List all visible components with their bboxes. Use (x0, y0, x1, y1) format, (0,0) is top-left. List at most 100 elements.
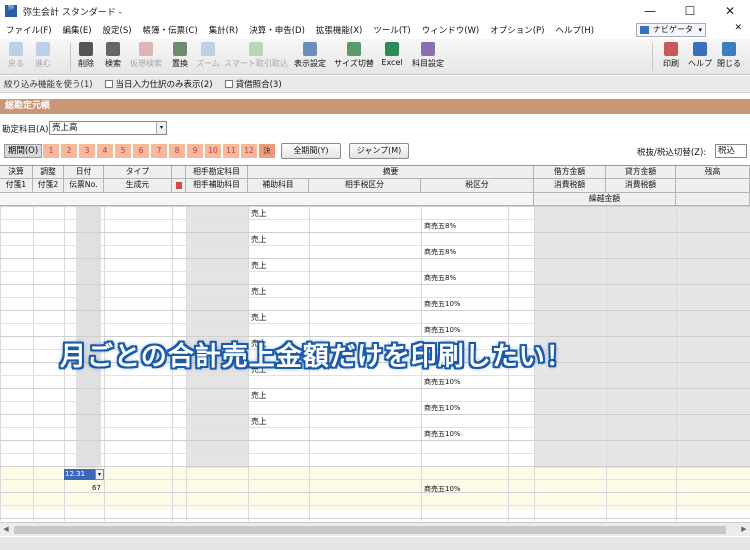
toolbar-button-help[interactable]: ヘルプ (686, 41, 714, 73)
section-title: 総勘定元帳 (0, 99, 750, 114)
toolbar-button-back-arrow[interactable]: 戻る (3, 41, 29, 73)
toolbar-button-excel[interactable]: Excel (378, 41, 406, 73)
grid-header: 消費税額 (534, 179, 606, 193)
mdi-close-button[interactable]: ✕ (734, 23, 742, 33)
menu-window[interactable]: ウィンドウ(W) (416, 24, 485, 36)
grid-header: 税区分 (421, 179, 534, 193)
menu-aggregate[interactable]: 集計(R) (203, 24, 244, 36)
navigator-icon (640, 26, 649, 34)
period-label: 期間(O) (4, 144, 42, 158)
today-only-label: 当日入力仕訳のみ表示(2) (115, 80, 213, 90)
menu-tools[interactable]: ツール(T) (367, 24, 415, 36)
row-tax-category: 商売五8% (424, 222, 457, 230)
table-row[interactable]: 売上 商売五10% (0, 284, 750, 310)
toolbar-button-label: 閉じる (717, 59, 741, 68)
period-month-4[interactable]: 4 (97, 144, 114, 158)
grid-header-spacer (172, 166, 186, 179)
period-month-2[interactable]: 2 (61, 144, 78, 158)
grid-header: タイプ (104, 166, 172, 179)
close-window-button[interactable]: ✕ (710, 0, 750, 22)
menu-books[interactable]: 帳簿・伝票(C) (137, 24, 203, 36)
toolbar-button-zoom[interactable]: ズーム (194, 41, 222, 73)
cross-check-checkbox[interactable]: 貸借照合(3) (224, 78, 282, 90)
menu-closing[interactable]: 決算・申告(D) (243, 24, 310, 36)
table-row[interactable]: 売上 商売五10% (0, 414, 750, 440)
period-month-3[interactable]: 3 (79, 144, 96, 158)
menu-options[interactable]: オプション(P) (484, 24, 549, 36)
row-tax-category: 商売五8% (424, 248, 457, 256)
period-month-11[interactable]: 11 (223, 144, 240, 158)
row-summary: 売上 (251, 261, 267, 270)
period-month-9[interactable]: 9 (187, 144, 204, 158)
minimize-button[interactable]: — (630, 0, 670, 22)
maximize-button[interactable]: ☐ (670, 0, 710, 22)
filter-link[interactable]: 絞り込み機能を使う(1) (4, 78, 93, 90)
navigator-select[interactable]: ナビゲータ ▾ (636, 23, 706, 37)
grid-header: 借方金額 (534, 166, 606, 179)
scroll-right-icon[interactable]: ▶ (738, 523, 750, 536)
table-row[interactable]: 売上 商売五10% (0, 310, 750, 336)
row-tax-category: 商売五10% (424, 404, 461, 412)
toolbar-button-printer[interactable]: 印刷 (658, 41, 684, 73)
account-select[interactable]: 売上高 ▾ (49, 121, 167, 135)
grid-header: 調整 (33, 166, 64, 179)
table-row[interactable]: 売上 商売五8% (0, 206, 750, 232)
grid-row-line (0, 505, 750, 506)
scroll-thumb[interactable] (14, 526, 726, 534)
toolbar-button-smart-import[interactable]: スマート取引取込 (224, 41, 288, 73)
period-month-12[interactable]: 12 (241, 144, 258, 158)
display-settings-icon (303, 42, 317, 56)
menu-edit[interactable]: 編集(E) (57, 24, 97, 36)
toolbar-button-account-settings[interactable]: 科目設定 (408, 41, 448, 73)
table-row[interactable]: 売上 商売五8% (0, 232, 750, 258)
horizontal-scrollbar[interactable]: ◀ ▶ (0, 522, 750, 536)
status-bar (0, 537, 750, 550)
all-period-button[interactable]: 全期間(Y) (281, 143, 341, 159)
jump-button[interactable]: ジャンプ(M) (349, 143, 409, 159)
toolbar-button-label: ズーム (196, 59, 220, 68)
date-dropdown-button[interactable]: ▾ (95, 469, 104, 480)
period-month-7[interactable]: 7 (151, 144, 168, 158)
toolbar-button-close-door[interactable]: 閉じる (714, 41, 744, 73)
period-month-1[interactable]: 1 (43, 144, 60, 158)
grid-header-spacer (676, 193, 750, 206)
table-row[interactable]: 売上 商売五10% (0, 388, 750, 414)
row-tax-category: 商売五10% (424, 300, 461, 308)
menu-help[interactable]: ヘルプ(H) (550, 24, 600, 36)
chevron-down-icon: ▾ (156, 122, 166, 134)
menu-extensions[interactable]: 拡張機能(X) (310, 24, 367, 36)
table-row[interactable]: 売上 商売五8% (0, 258, 750, 284)
toolbar-button-label: ヘルプ (688, 59, 712, 68)
toolbar-button-label: 仮想検索 (130, 59, 162, 68)
date-input[interactable]: 12.31 (64, 469, 95, 480)
new-entry-row[interactable]: 12.31 ▾ 67 商売五10% (0, 468, 750, 496)
grid-header: 相手勘定科目 (186, 166, 248, 179)
toolbar-button-trash[interactable]: 削除 (74, 41, 98, 73)
row-tax-category: 商売五10% (424, 378, 461, 386)
tax-toggle-select[interactable]: 税込 (715, 144, 747, 158)
toolbar-button-replace[interactable]: 置換 (168, 41, 192, 73)
period-month-10[interactable]: 10 (205, 144, 222, 158)
navigator-label: ナビゲータ (653, 25, 693, 34)
replace-icon (173, 42, 187, 56)
grid-row-line (0, 453, 750, 454)
size-toggle-icon (347, 42, 361, 56)
grid-header: 生成元 (104, 179, 172, 193)
period-month-8[interactable]: 8 (169, 144, 186, 158)
today-only-checkbox[interactable]: 当日入力仕訳のみ表示(2) (104, 78, 213, 90)
grid-row-line (0, 466, 750, 467)
toolbar-button-virtual-search[interactable]: 仮想検索 (127, 41, 165, 73)
toolbar-button-display-settings[interactable]: 表示設定 (290, 41, 330, 73)
toolbar-button-forward-arrow[interactable]: 進む (30, 41, 56, 73)
period-month-13[interactable]: 決 (259, 144, 276, 158)
grid-row-line (0, 518, 750, 519)
checkbox-box (224, 80, 233, 88)
magnifier-icon (106, 42, 120, 56)
period-month-5[interactable]: 5 (115, 144, 132, 158)
menu-settings[interactable]: 設定(S) (97, 24, 137, 36)
scroll-left-icon[interactable]: ◀ (0, 523, 12, 536)
toolbar-button-size-toggle[interactable]: サイズ切替 (333, 41, 375, 73)
period-month-6[interactable]: 6 (133, 144, 150, 158)
menu-file[interactable]: ファイル(F) (0, 24, 57, 36)
toolbar-button-magnifier[interactable]: 検索 (101, 41, 125, 73)
